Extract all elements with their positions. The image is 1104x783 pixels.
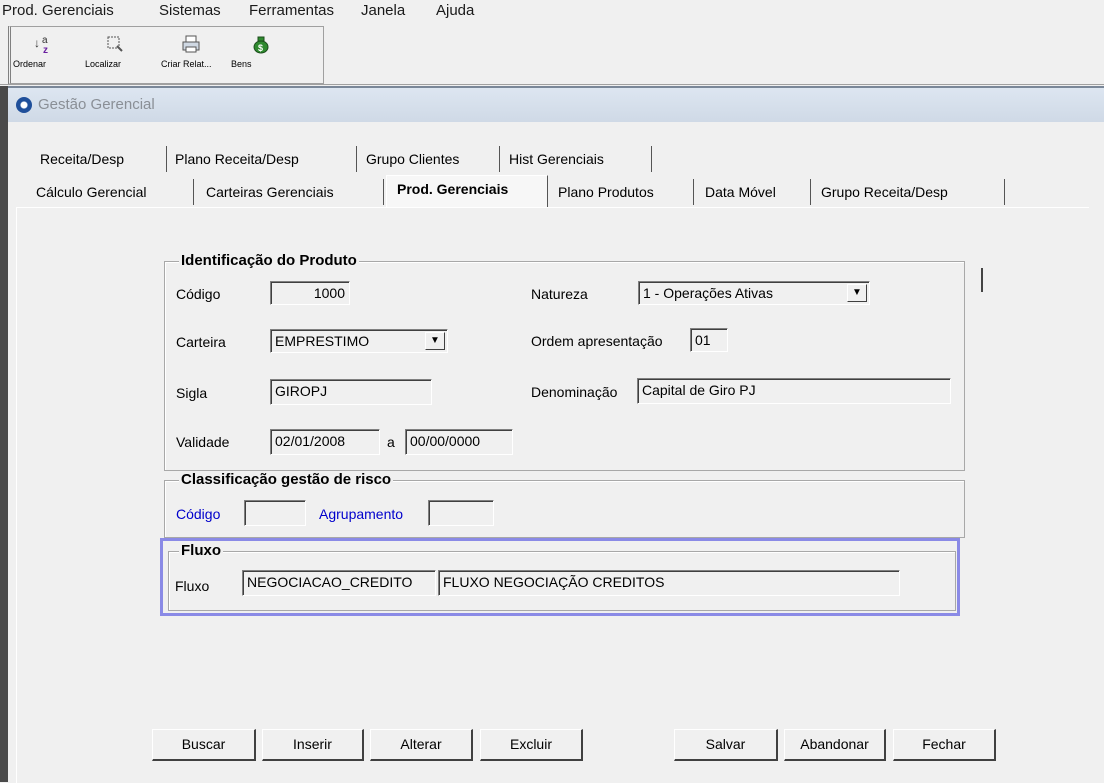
validade-from-field[interactable]: 02/01/2008 [270, 429, 380, 455]
alterar-button[interactable]: Alterar [370, 729, 473, 761]
svg-text:↓: ↓ [34, 36, 40, 50]
inserir-button[interactable]: Inserir [262, 729, 364, 761]
carteira-label: Carteira [176, 334, 226, 350]
scrollbar-indicator[interactable] [981, 268, 983, 292]
sigla-label: Sigla [176, 385, 208, 401]
localizar-button[interactable]: Localizar [85, 29, 145, 79]
tab-data-movel[interactable]: Data Móvel [697, 179, 811, 205]
denominacao-label: Denominação [531, 384, 618, 400]
printer-icon [180, 33, 202, 55]
natureza-value: 1 - Operações Ativas [643, 285, 773, 301]
identificacao-title: Identificação do Produto [179, 252, 359, 269]
menu-sistemas[interactable]: Sistemas [159, 2, 221, 19]
app-icon [16, 97, 32, 113]
risco-codigo-label: Código [176, 506, 221, 522]
buscar-button[interactable]: Buscar [152, 729, 256, 761]
ordenar-label: Ordenar [13, 59, 47, 69]
ordem-apresentacao-label: Ordem apresentação [531, 333, 663, 349]
validade-to-field[interactable]: 00/00/0000 [405, 429, 513, 455]
localizar-label: Localizar [85, 59, 122, 69]
tab-prod-gerenciais[interactable]: Prod. Gerenciais [386, 175, 548, 207]
menu-bar: Prod. Gerenciais Sistemas Ferramentas Ja… [0, 0, 1104, 22]
sort-az-icon: ↓ a z [32, 33, 54, 56]
menu-prod-gerenciais[interactable]: Prod. Gerenciais [2, 2, 114, 19]
risco-codigo-field[interactable] [244, 500, 306, 526]
chevron-down-icon[interactable]: ▼ [425, 332, 445, 350]
menu-ajuda[interactable]: Ajuda [436, 2, 474, 19]
validade-label: Validade [176, 434, 230, 450]
validade-separator: a [387, 434, 395, 450]
abandonar-button[interactable]: Abandonar [784, 729, 886, 761]
criar-relatorio-button[interactable]: Criar Relat... [161, 29, 221, 79]
tab-plano-produtos[interactable]: Plano Produtos [550, 179, 694, 205]
agrupamento-label: Agrupamento [319, 506, 404, 522]
natureza-select[interactable]: 1 - Operações Ativas ▼ [638, 281, 870, 305]
tab-hist-gerenciais[interactable]: Hist Gerenciais [501, 146, 652, 172]
money-bag-icon: $ [250, 33, 272, 55]
toolbar: ↓ a z Ordenar Localizar Criar Relat... $ B… [0, 22, 1104, 85]
ordenar-button[interactable]: ↓ a z Ordenar [13, 29, 73, 79]
salvar-button[interactable]: Salvar [674, 729, 778, 761]
bens-label: Bens [231, 59, 252, 69]
carteira-select[interactable]: EMPRESTIMO ▼ [270, 329, 448, 353]
codigo-label: Código [176, 286, 221, 302]
toolbar-group: ↓ a z Ordenar Localizar Criar Relat... $ B… [8, 26, 324, 84]
fluxo-highlight-frame [160, 538, 960, 616]
fechar-button[interactable]: Fechar [893, 729, 996, 761]
natureza-label: Natureza [531, 286, 588, 302]
tab-calculo-gerencial[interactable]: Cálculo Gerencial [28, 179, 194, 205]
bens-button[interactable]: $ Bens [231, 29, 291, 79]
tab-receita-desp[interactable]: Receita/Desp [32, 146, 167, 172]
menu-ferramentas[interactable]: Ferramentas [249, 2, 334, 19]
window-title-bar: Gestão Gerencial [8, 86, 1104, 122]
tab-grupo-clientes[interactable]: Grupo Clientes [358, 146, 500, 172]
tab-grupo-receita-desp[interactable]: Grupo Receita/Desp [813, 179, 1005, 205]
svg-text:$: $ [258, 43, 263, 53]
tab-carteiras-gerenciais[interactable]: Carteiras Gerenciais [198, 179, 384, 205]
chevron-down-icon[interactable]: ▼ [847, 284, 867, 302]
criar-relatorio-label: Criar Relat... [161, 59, 212, 69]
sigla-field[interactable]: GIROPJ [270, 379, 432, 405]
codigo-field[interactable]: 1000 [270, 281, 350, 305]
agrupamento-field[interactable] [428, 500, 494, 526]
excluir-button[interactable]: Excluir [480, 729, 583, 761]
menu-janela[interactable]: Janela [361, 2, 405, 19]
tab-plano-receita-desp[interactable]: Plano Receita/Desp [167, 146, 357, 172]
risco-title: Classificação gestão de risco [179, 471, 394, 488]
denominacao-field[interactable]: Capital de Giro PJ [637, 378, 951, 404]
find-icon [104, 33, 126, 55]
svg-text:z: z [43, 45, 48, 55]
window-title: Gestão Gerencial [38, 96, 155, 113]
ordem-apresentacao-field[interactable]: 01 [690, 328, 728, 352]
carteira-value: EMPRESTIMO [275, 333, 370, 349]
